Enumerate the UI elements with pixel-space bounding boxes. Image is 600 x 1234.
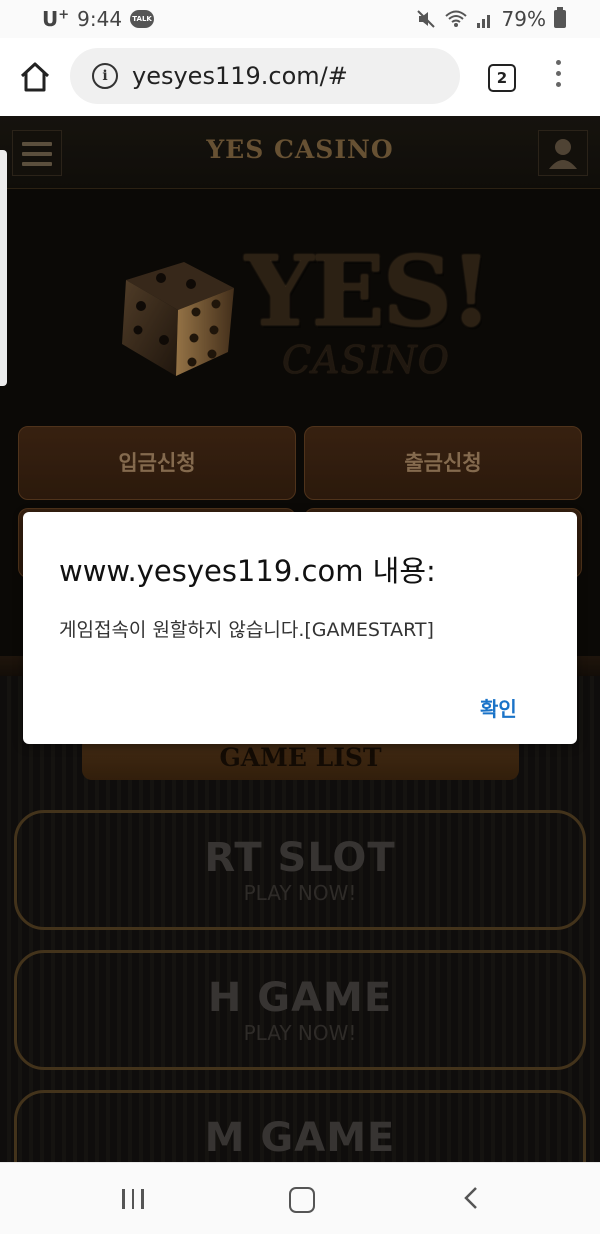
dialog-ok-button[interactable]: 확인 <box>480 693 517 722</box>
clock: 9:44 <box>77 7 123 31</box>
home-nav-icon[interactable] <box>289 1187 315 1213</box>
wifi-icon <box>444 10 467 27</box>
browser-toolbar: i yesyes119.com/# 2 <box>0 38 600 116</box>
battery-percent: 79% <box>501 7 546 31</box>
battery-icon <box>554 7 566 28</box>
kakaotalk-icon: TALK <box>130 10 155 28</box>
tab-switcher-button[interactable]: 2 <box>488 64 516 92</box>
home-icon[interactable] <box>18 60 52 94</box>
overflow-menu-icon[interactable] <box>552 60 564 94</box>
mute-icon <box>416 10 435 28</box>
info-icon[interactable]: i <box>92 63 118 89</box>
recents-icon[interactable] <box>122 1189 144 1209</box>
alert-dialog: www.yesyes119.com 내용: 게임접속이 원할하지 않습니다.[G… <box>23 512 577 744</box>
status-bar: U+ 9:44 TALK 79% <box>0 0 600 38</box>
address-bar[interactable]: i yesyes119.com/# <box>70 48 460 104</box>
edge-panel-handle[interactable] <box>0 150 7 386</box>
url-text: yesyes119.com/# <box>132 62 348 90</box>
carrier-label: U+ <box>42 7 70 31</box>
signal-icon <box>476 15 490 28</box>
system-navigation-bar <box>0 1162 600 1234</box>
back-icon[interactable] <box>460 1185 484 1211</box>
dialog-title: www.yesyes119.com 내용: <box>59 554 436 588</box>
dialog-message: 게임접속이 원할하지 않습니다.[GAMESTART] <box>59 619 434 641</box>
